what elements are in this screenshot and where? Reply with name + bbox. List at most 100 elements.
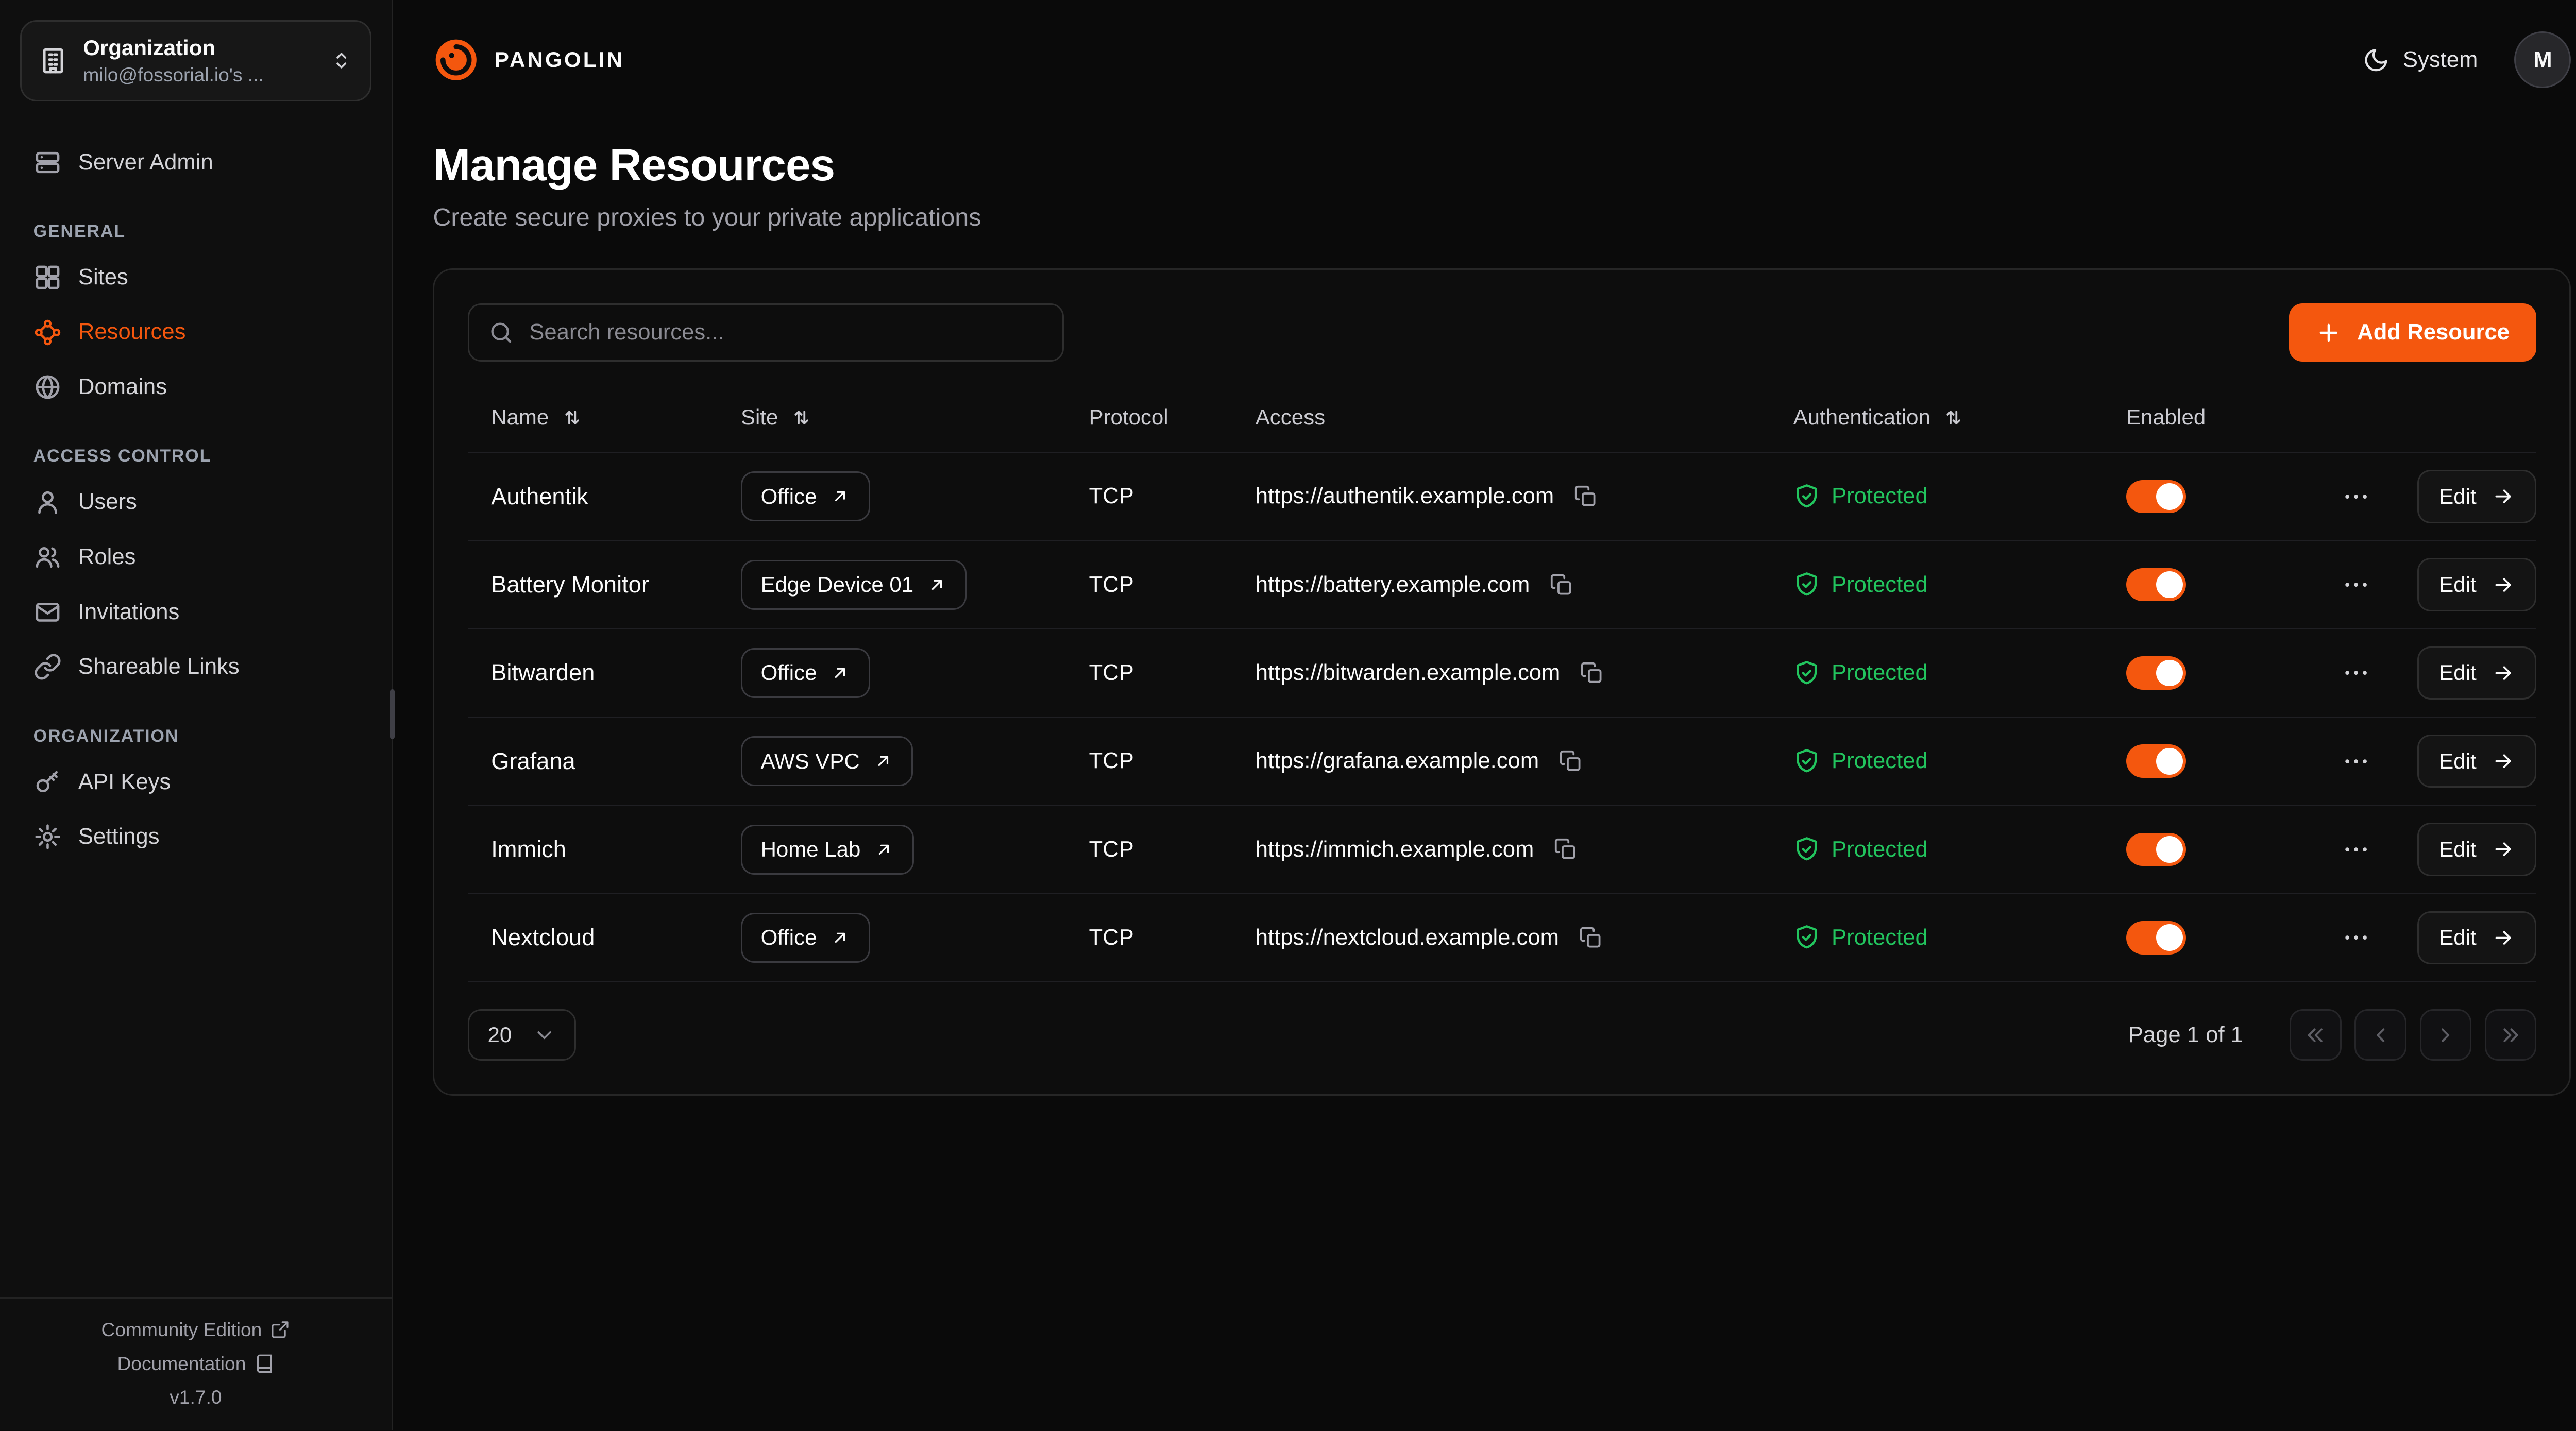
globe-icon xyxy=(33,373,62,401)
site-link-button[interactable]: Office xyxy=(741,648,870,698)
sidebar-item-label: Shareable Links xyxy=(78,654,240,679)
enabled-toggle[interactable] xyxy=(2126,656,2186,690)
search-box xyxy=(468,303,1064,362)
row-menu-button[interactable] xyxy=(2334,563,2378,606)
auth-status-label: Protected xyxy=(1832,572,1928,598)
pagination: Page 1 of 1 xyxy=(2128,1009,2536,1061)
edit-label: Edit xyxy=(2439,484,2476,509)
arrow-up-right-icon xyxy=(873,751,893,771)
sidebar-item-label: Settings xyxy=(78,824,160,849)
arrow-up-right-icon xyxy=(830,486,850,506)
row-menu-button[interactable] xyxy=(2334,740,2378,783)
auth-status-label: Protected xyxy=(1832,925,1928,950)
protocol: TCP xyxy=(1065,748,1232,774)
user-icon xyxy=(33,488,62,516)
avatar[interactable]: M xyxy=(2514,31,2571,88)
sidebar-item-users[interactable]: Users xyxy=(20,475,371,530)
site-name: AWS VPC xyxy=(761,749,860,774)
sidebar-item-server-admin[interactable]: Server Admin xyxy=(20,135,371,190)
site-link-button[interactable]: AWS VPC xyxy=(741,736,913,786)
copy-icon xyxy=(1579,926,1602,949)
access-url: https://nextcloud.example.com xyxy=(1256,925,1559,950)
edit-button[interactable]: Edit xyxy=(2417,823,2536,876)
protocol: TCP xyxy=(1065,484,1232,509)
sidebar-item-resources[interactable]: Resources xyxy=(20,305,371,360)
search-input[interactable] xyxy=(529,320,1044,345)
copy-button[interactable] xyxy=(1551,834,1581,864)
column-header-access: Access xyxy=(1232,405,1770,430)
sidebar-resize-handle[interactable] xyxy=(390,689,395,739)
protocol: TCP xyxy=(1065,925,1232,950)
site-link-button[interactable]: Home Lab xyxy=(741,825,914,875)
chevrons-up-down-icon xyxy=(330,49,353,72)
copy-button[interactable] xyxy=(1575,923,1605,952)
sort-icon xyxy=(1942,406,1965,429)
page-size-select[interactable]: 20 xyxy=(468,1009,576,1061)
org-selector[interactable]: Organization milo@fossorial.io's ... xyxy=(20,20,371,101)
column-header-authentication[interactable]: Authentication xyxy=(1770,405,2103,430)
enabled-toggle[interactable] xyxy=(2126,480,2186,514)
edit-button[interactable]: Edit xyxy=(2417,558,2536,611)
sidebar-nav: Server Admin GENERAL Sites Resources Dom… xyxy=(0,112,392,864)
last-page-button[interactable] xyxy=(2485,1009,2536,1061)
brand-link[interactable]: PANGOLIN xyxy=(433,37,624,83)
edit-button[interactable]: Edit xyxy=(2417,646,2536,700)
sidebar-item-sites[interactable]: Sites xyxy=(20,250,371,305)
access-url: https://battery.example.com xyxy=(1256,572,1530,598)
sidebar-item-domains[interactable]: Domains xyxy=(20,360,371,415)
community-edition-link[interactable]: Community Edition xyxy=(101,1319,291,1341)
sidebar-item-settings[interactable]: Settings xyxy=(20,809,371,864)
section-heading-organization: ORGANIZATION xyxy=(33,726,359,746)
row-menu-button[interactable] xyxy=(2334,828,2378,871)
auth-status-label: Protected xyxy=(1832,660,1928,686)
theme-toggle-button[interactable]: System xyxy=(2363,47,2478,74)
previous-page-button[interactable] xyxy=(2354,1009,2406,1061)
ellipsis-icon xyxy=(2341,746,2371,776)
add-resource-button[interactable]: Add Resource xyxy=(2289,303,2536,362)
site-link-button[interactable]: Edge Device 01 xyxy=(741,560,967,610)
column-label: Name xyxy=(491,405,549,430)
enabled-toggle[interactable] xyxy=(2126,921,2186,955)
chevron-left-icon xyxy=(2369,1024,2392,1047)
edit-button[interactable]: Edit xyxy=(2417,911,2536,964)
site-link-button[interactable]: Office xyxy=(741,913,870,963)
site-name: Office xyxy=(761,660,817,685)
chevrons-right-icon xyxy=(2499,1024,2522,1047)
sidebar-item-shareable-links[interactable]: Shareable Links xyxy=(20,639,371,694)
sidebar-item-roles[interactable]: Roles xyxy=(20,530,371,585)
sidebar-item-invitations[interactable]: Invitations xyxy=(20,585,371,640)
resource-name: Battery Monitor xyxy=(468,571,718,598)
enabled-toggle[interactable] xyxy=(2126,833,2186,866)
row-menu-button[interactable] xyxy=(2334,916,2378,959)
row-menu-button[interactable] xyxy=(2334,475,2378,518)
column-header-name[interactable]: Name xyxy=(468,405,718,430)
copy-button[interactable] xyxy=(1571,482,1601,512)
card-toolbar: Add Resource xyxy=(468,303,2536,362)
search-icon xyxy=(488,319,515,346)
copy-button[interactable] xyxy=(1555,746,1585,776)
row-menu-button[interactable] xyxy=(2334,651,2378,694)
sidebar-item-label: API Keys xyxy=(78,770,171,795)
access-url: https://authentik.example.com xyxy=(1256,484,1554,509)
plus-icon xyxy=(2315,319,2342,346)
column-header-site[interactable]: Site xyxy=(718,405,1066,430)
topbar: PANGOLIN System M xyxy=(393,0,2576,120)
sidebar-item-api-keys[interactable]: API Keys xyxy=(20,755,371,810)
edit-button[interactable]: Edit xyxy=(2417,470,2536,523)
resource-name: Authentik xyxy=(468,483,718,510)
copy-button[interactable] xyxy=(1547,570,1577,600)
auth-status-badge: Protected xyxy=(1793,483,1928,510)
copy-button[interactable] xyxy=(1577,658,1607,688)
documentation-link[interactable]: Documentation xyxy=(117,1353,274,1375)
enabled-toggle[interactable] xyxy=(2126,568,2186,602)
site-name: Office xyxy=(761,925,817,950)
sidebar-item-label: Roles xyxy=(78,544,136,570)
site-link-button[interactable]: Office xyxy=(741,471,870,521)
first-page-button[interactable] xyxy=(2290,1009,2341,1061)
sidebar-item-label: Sites xyxy=(78,265,128,290)
enabled-toggle[interactable] xyxy=(2126,744,2186,778)
edit-button[interactable]: Edit xyxy=(2417,735,2536,788)
access-url: https://bitwarden.example.com xyxy=(1256,660,1561,686)
next-page-button[interactable] xyxy=(2420,1009,2471,1061)
org-value: milo@fossorial.io's ... xyxy=(83,64,315,86)
